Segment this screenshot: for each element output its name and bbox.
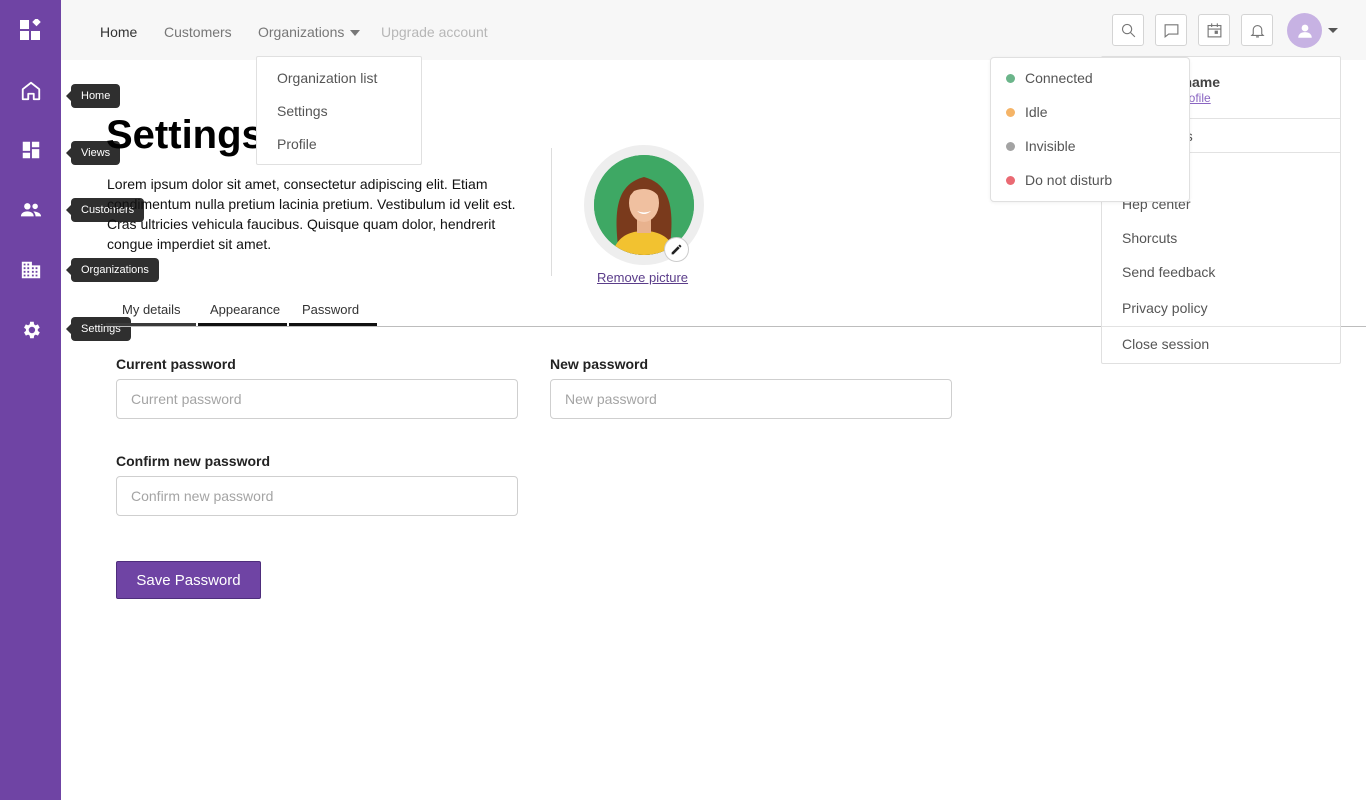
nav-organizations-label: Organizations bbox=[258, 24, 345, 40]
page-title: Settings bbox=[106, 113, 264, 157]
sidebar-item-settings[interactable] bbox=[18, 317, 44, 343]
page-description: Lorem ipsum dolor sit amet, consectetur … bbox=[107, 176, 516, 252]
status-label: Connected bbox=[1025, 70, 1093, 86]
status-dot-icon bbox=[1006, 141, 1015, 151]
user-menu-chevron-down-icon[interactable] bbox=[1328, 28, 1338, 33]
new-password-label: New password bbox=[550, 356, 649, 372]
search-button[interactable] bbox=[1112, 14, 1144, 46]
current-password-label: Current password bbox=[116, 356, 236, 372]
user-avatar-button[interactable] bbox=[1287, 13, 1322, 48]
menu-item-org-profile[interactable]: Profile bbox=[277, 136, 317, 152]
edit-picture-button[interactable] bbox=[664, 237, 689, 262]
dashboard-icon bbox=[22, 141, 40, 159]
status-dot-icon bbox=[1006, 175, 1015, 185]
new-password-input[interactable] bbox=[550, 379, 952, 419]
pencil-icon bbox=[671, 244, 682, 255]
calendar-button[interactable] bbox=[1198, 14, 1230, 46]
remove-picture-link[interactable]: Remove picture bbox=[597, 270, 688, 285]
menu-divider bbox=[1102, 326, 1340, 327]
menu-item-organization-list[interactable]: Organization list bbox=[277, 70, 377, 86]
tab-my-details[interactable]: My details bbox=[122, 302, 181, 317]
organizations-dropdown: Organization list Settings Profile bbox=[256, 56, 422, 165]
status-label: Invisible bbox=[1025, 138, 1076, 154]
chevron-down-icon bbox=[350, 30, 361, 37]
sidebar-item-home[interactable] bbox=[18, 78, 44, 104]
sidebar-item-customers[interactable] bbox=[18, 197, 44, 223]
tooltip-organizations: Organizations bbox=[66, 258, 159, 282]
app-logo-icon[interactable] bbox=[19, 17, 41, 41]
tab-appearance[interactable]: Appearance bbox=[210, 302, 280, 317]
status-label: Idle bbox=[1025, 104, 1048, 120]
nav-customers[interactable]: Customers bbox=[164, 24, 232, 40]
search-icon bbox=[1121, 23, 1135, 37]
nav-upgrade-account[interactable]: Upgrade account bbox=[381, 24, 488, 40]
sidebar-item-views[interactable] bbox=[18, 137, 44, 163]
menu-item-privacy-policy[interactable]: Privacy policy bbox=[1122, 300, 1208, 316]
menu-item-shortcuts[interactable]: Shorcuts bbox=[1122, 230, 1177, 246]
status-dot-icon bbox=[1006, 107, 1015, 117]
home-icon bbox=[21, 81, 41, 101]
status-do-not-disturb[interactable]: Do not disturb bbox=[1006, 170, 1112, 190]
user-icon bbox=[1297, 24, 1312, 38]
tooltip-settings: Settings bbox=[66, 317, 131, 341]
nav-home[interactable]: Home bbox=[100, 24, 137, 40]
nav-organizations[interactable]: Organizations bbox=[258, 24, 361, 40]
menu-item-close-session[interactable]: Close session bbox=[1122, 336, 1209, 352]
sidebar bbox=[0, 0, 61, 800]
bell-icon bbox=[1249, 24, 1265, 37]
tab-password[interactable]: Password bbox=[302, 302, 359, 317]
tooltip-home: Home bbox=[65, 84, 121, 108]
confirm-password-label: Confirm new password bbox=[116, 453, 271, 469]
status-invisible[interactable]: Invisible bbox=[1006, 136, 1076, 156]
status-label: Do not disturb bbox=[1025, 172, 1113, 188]
status-dropdown: Connected Idle Invisible Do not disturb bbox=[990, 57, 1190, 202]
confirm-password-input[interactable] bbox=[116, 476, 518, 516]
chat-icon bbox=[1164, 23, 1178, 38]
menu-item-org-settings[interactable]: Settings bbox=[277, 103, 328, 119]
people-icon bbox=[20, 203, 42, 217]
current-password-input[interactable] bbox=[116, 379, 518, 419]
notifications-button[interactable] bbox=[1241, 14, 1273, 46]
calendar-icon bbox=[1207, 22, 1221, 37]
gear-icon bbox=[24, 321, 40, 339]
save-password-button[interactable]: Save Password bbox=[116, 561, 261, 599]
building-icon bbox=[21, 261, 41, 279]
menu-item-send-feedback[interactable]: Send feedback bbox=[1122, 264, 1215, 280]
chat-button[interactable] bbox=[1155, 14, 1187, 46]
status-dot-icon bbox=[1006, 73, 1015, 83]
status-idle[interactable]: Idle bbox=[1006, 102, 1048, 122]
vertical-divider bbox=[551, 148, 552, 276]
status-connected[interactable]: Connected bbox=[1006, 68, 1093, 88]
sidebar-item-organizations[interactable] bbox=[18, 257, 44, 283]
